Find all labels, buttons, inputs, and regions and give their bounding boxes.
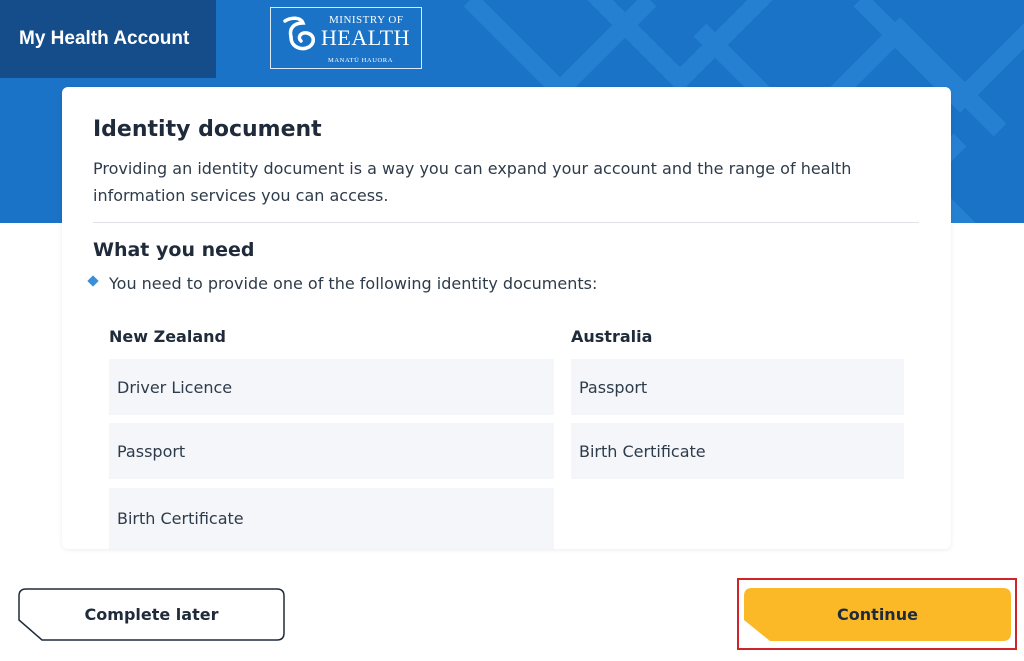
diamond-bullet-icon — [87, 274, 99, 287]
koru-icon — [283, 16, 315, 51]
complete-later-button[interactable]: Complete later — [18, 588, 285, 641]
document-item-nz-passport: Passport — [109, 423, 554, 479]
complete-later-label: Complete later — [84, 605, 219, 624]
document-item-au-birth-certificate: Birth Certificate — [571, 423, 904, 479]
logo-line-2: HEALTH — [321, 25, 410, 50]
document-item-nz-driver-licence: Driver Licence — [109, 359, 554, 415]
page-title: Identity document — [93, 117, 322, 142]
ministry-of-health-logo[interactable]: MINISTRY OF HEALTH MANATŪ HAUORA — [270, 7, 422, 69]
bullet-text: You need to provide one of the following… — [109, 274, 598, 293]
identity-document-card: Identity document Providing an identity … — [62, 87, 951, 549]
document-item-au-passport: Passport — [571, 359, 904, 415]
section-title-what-you-need: What you need — [93, 239, 255, 261]
intro-text: Providing an identity document is a way … — [93, 159, 852, 205]
app-title[interactable]: My Health Account — [0, 0, 216, 78]
document-item-nz-birth-certificate: Birth Certificate — [109, 488, 554, 549]
divider — [93, 222, 919, 223]
column-title-australia: Australia — [571, 327, 653, 346]
column-title-new-zealand: New Zealand — [109, 327, 226, 346]
header: My Health Account MINISTRY OF HEALTH MAN… — [0, 0, 1024, 78]
continue-button[interactable]: Continue — [744, 588, 1011, 641]
bullet-item: You need to provide one of the following… — [87, 274, 598, 293]
continue-label: Continue — [837, 605, 918, 624]
logo-line-3: MANATŪ HAUORA — [328, 57, 394, 64]
